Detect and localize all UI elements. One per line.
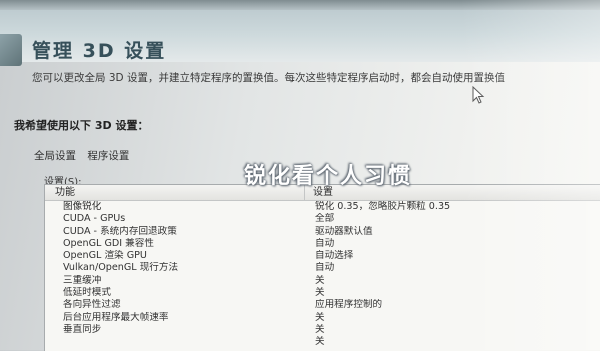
tab-program-settings[interactable]: 程序设置 xyxy=(87,150,129,162)
table-row[interactable]: 三重缓冲 关 xyxy=(45,275,600,287)
overlay-caption: 锐化看个人习惯 xyxy=(244,164,413,189)
table-row[interactable]: 垂直同步 关 xyxy=(45,324,600,336)
table-row[interactable]: 各向异性过滤 应用程序控制的 xyxy=(45,299,600,311)
setting-value-cell[interactable]: 自动 xyxy=(305,238,334,250)
table-row[interactable]: OpenGL GDI 兼容性 自动 xyxy=(45,238,600,250)
setting-value-cell[interactable]: 自动 xyxy=(305,262,334,274)
setting-value-cell[interactable]: 关 xyxy=(305,312,325,324)
feature-cell: CUDA - GPUs xyxy=(63,213,126,225)
feature-cell: 垂直同步 xyxy=(63,323,102,335)
setting-value-cell[interactable]: 自动选择 xyxy=(305,250,353,262)
feature-cell: 低延时模式 xyxy=(63,287,111,299)
window-top-edge xyxy=(0,0,600,10)
feature-cell: CUDA - 系统内存回退政策 xyxy=(63,225,177,237)
settings-tabs: 全局设置 程序设置 xyxy=(34,148,137,163)
setting-value-cell[interactable]: 锐化 0.35，忽略胶片颗粒 0.35 xyxy=(305,201,450,213)
table-row[interactable]: CUDA - GPUs 全部 xyxy=(45,213,600,225)
table-row[interactable]: CUDA - 系统内存回退政策 驱动器默认值 xyxy=(45,226,600,238)
tab-global-settings[interactable]: 全局设置 xyxy=(34,150,76,162)
feature-cell: 三重缓冲 xyxy=(63,274,102,286)
feature-cell: OpenGL 渲染 GPU xyxy=(63,250,147,262)
table-row[interactable]: 后台应用程序最大帧速率 关 xyxy=(45,312,600,324)
table-row[interactable]: Vulkan/OpenGL 现行方法 自动 xyxy=(45,262,600,274)
page-title: 管理 3D 设置 xyxy=(32,40,167,62)
nvidia-panel-icon xyxy=(0,34,22,66)
setting-value-cell[interactable]: 关 xyxy=(305,275,325,287)
feature-cell: Vulkan/OpenGL 现行方法 xyxy=(63,262,179,274)
table-row[interactable]: 关 xyxy=(45,336,600,348)
page-description: 您可以更改全局 3D 设置，并建立特定程序的置换值。每次这些特定程序启动时，都会… xyxy=(32,72,505,84)
feature-cell: OpenGL GDI 兼容性 xyxy=(63,237,154,249)
table-row[interactable]: 图像锐化 锐化 0.35，忽略胶片颗粒 0.35 xyxy=(45,201,600,213)
setting-value-cell[interactable]: 应用程序控制的 xyxy=(305,299,382,311)
setting-value-cell[interactable]: 全部 xyxy=(305,213,334,225)
feature-cell: 各向异性过滤 xyxy=(63,299,121,311)
table-row[interactable]: OpenGL 渲染 GPU 自动选择 xyxy=(45,250,600,262)
setting-value-cell[interactable]: 关 xyxy=(305,336,325,348)
feature-cell: 图像锐化 xyxy=(63,201,102,212)
table-row[interactable]: 低延时模式 关 xyxy=(45,287,600,299)
feature-cell: 后台应用程序最大帧速率 xyxy=(63,311,169,323)
setting-value-cell[interactable]: 关 xyxy=(305,287,325,299)
settings-heading: 我希望使用以下 3D 设置： xyxy=(14,119,149,132)
mouse-cursor-icon xyxy=(472,86,485,104)
table-rows: 图像锐化 锐化 0.35，忽略胶片颗粒 0.35 CUDA - GPUs 全部 CUDA… xyxy=(45,201,600,349)
setting-value-cell[interactable]: 驱动器默认值 xyxy=(305,226,373,238)
setting-value-cell[interactable]: 关 xyxy=(305,324,325,336)
settings-table[interactable]: 功能 设置 图像锐化 锐化 0.35，忽略胶片颗粒 0.35 CUDA - GPUs… xyxy=(44,184,600,351)
feature-cell xyxy=(45,336,305,348)
